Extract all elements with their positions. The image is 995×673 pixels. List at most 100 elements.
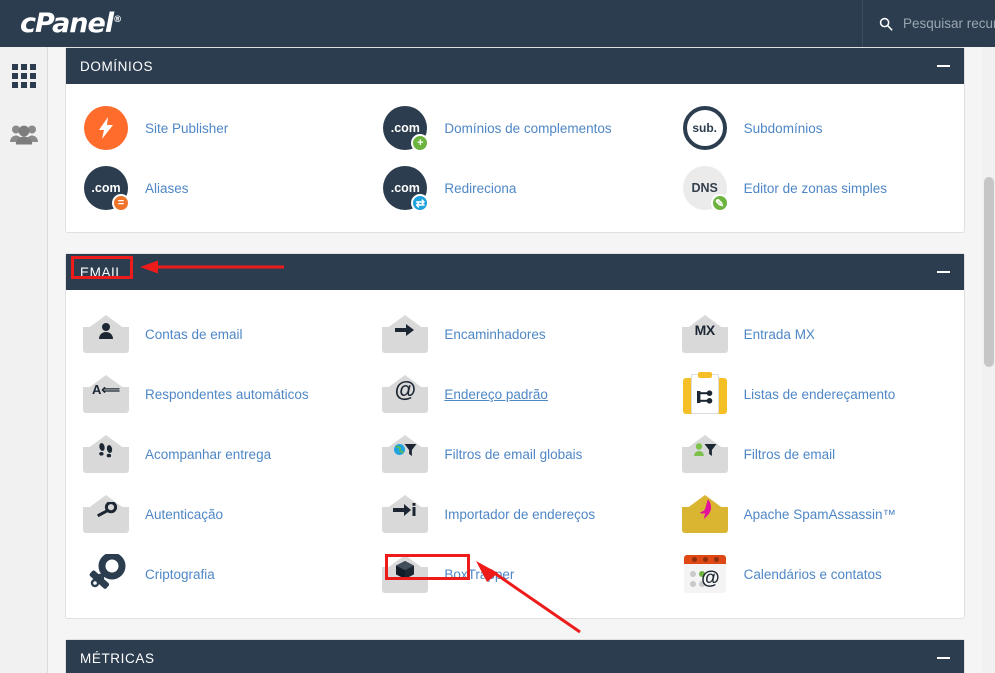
mx-entry-icon: MX	[681, 315, 728, 353]
app-item-site-publisher[interactable]: Site Publisher	[66, 98, 365, 158]
simple-zone-editor-icon: DNS ✎	[682, 166, 729, 212]
icon-slot	[82, 310, 130, 358]
icon-slot: @	[681, 550, 729, 598]
app-label: Calendários e contatos	[743, 566, 882, 582]
icon-slot	[681, 370, 729, 418]
app-item-redirects[interactable]: .com ⇄ Redireciona	[365, 158, 664, 218]
icon-slot: .com =	[82, 164, 130, 212]
branch-glyph	[691, 382, 719, 412]
app-label: Endereço padrão	[444, 386, 548, 402]
app-label: Subdomínios	[743, 120, 823, 136]
icon-slot	[82, 550, 130, 598]
top-header-bar: cPanel®	[0, 0, 995, 47]
dot-com-text: .com	[390, 181, 420, 195]
app-item-default-address[interactable]: @ Endereço padrão	[365, 364, 664, 424]
left-sidebar	[0, 47, 48, 673]
section-title-email: EMAIL	[80, 264, 124, 280]
icon-slot	[681, 490, 729, 538]
address-importer-icon	[382, 495, 429, 533]
app-label: Respondentes automáticos	[145, 386, 309, 402]
collapse-toggle-metricas[interactable]	[937, 657, 950, 659]
plus-badge-icon: +	[411, 134, 430, 152]
icon-slot: @	[381, 370, 429, 418]
cpanel-logo-registered-mark: ®	[113, 15, 122, 25]
at-glyph: @	[701, 568, 720, 589]
app-item-mx-entry[interactable]: MX Entrada MX	[665, 304, 964, 364]
right-arrow-glyph	[382, 317, 428, 343]
section-header-email[interactable]: EMAIL	[66, 254, 964, 290]
app-label: Contas de email	[145, 326, 243, 342]
forwarders-icon	[382, 315, 429, 353]
icon-slot	[381, 550, 429, 598]
app-item-track-delivery[interactable]: Acompanhar entrega	[66, 424, 365, 484]
section-header-metricas[interactable]: MÉTRICAS	[66, 640, 964, 673]
app-item-subdomains[interactable]: sub. Subdomínios	[665, 98, 964, 158]
import-arrow-glyph	[382, 497, 428, 523]
app-label: Entrada MX	[743, 326, 815, 342]
app-item-address-importer[interactable]: Importador de endereços	[365, 484, 664, 544]
app-item-mailing-lists[interactable]: Listas de endereçamento	[665, 364, 964, 424]
app-label: Site Publisher	[145, 120, 229, 136]
cpanel-logo[interactable]: cPanel®	[20, 8, 122, 39]
email-filters-icon	[681, 435, 728, 473]
search-input[interactable]	[903, 16, 995, 31]
app-label: Aliases	[145, 180, 189, 196]
scrollbar-thumb[interactable]	[984, 177, 994, 367]
global-search[interactable]	[862, 0, 995, 47]
app-item-simple-zone-editor[interactable]: DNS ✎ Editor de zonas simples	[665, 158, 964, 218]
global-email-filters-icon	[382, 435, 429, 473]
feather-glyph	[682, 497, 728, 523]
autoresponders-icon: A⟸	[83, 375, 129, 413]
icon-slot	[381, 310, 429, 358]
icon-slot: A⟸	[82, 370, 130, 418]
icon-slot	[381, 430, 429, 478]
calendars-contacts-icon: @	[683, 555, 726, 593]
icon-slot: MX	[681, 310, 729, 358]
section-body-email: Contas de email Encaminhadores MX Entrad…	[66, 290, 964, 618]
app-item-spamassassin[interactable]: Apache SpamAssassin™	[665, 484, 964, 544]
collapse-toggle-dominios[interactable]	[937, 65, 950, 67]
spamassassin-icon	[681, 495, 728, 533]
footprints-glyph	[83, 437, 129, 463]
app-item-aliases[interactable]: .com = Aliases	[66, 158, 365, 218]
app-item-global-email-filters[interactable]: Filtros de email globais	[365, 424, 664, 484]
app-label: Domínios de complementos	[444, 120, 612, 136]
icon-slot	[82, 490, 130, 538]
icon-slot	[381, 490, 429, 538]
app-item-calendars-contacts[interactable]: @ Calendários e contatos	[665, 544, 964, 604]
vertical-scrollbar[interactable]	[982, 47, 995, 673]
authentication-icon	[83, 495, 129, 533]
app-item-forwarders[interactable]: Encaminhadores	[365, 304, 664, 364]
redirect-arrow-badge-icon: ⇄	[411, 194, 430, 212]
main-content-area: DOMÍNIOS Site Publisher .com + Domínios …	[48, 47, 995, 673]
icon-slot	[82, 104, 130, 152]
grid-icon	[12, 64, 36, 88]
icon-slot: sub.	[681, 104, 729, 152]
app-item-email-accounts[interactable]: Contas de email	[66, 304, 365, 364]
app-label: Apache SpamAssassin™	[743, 506, 896, 522]
app-item-boxtrapper[interactable]: BoxTrapper	[365, 544, 664, 604]
reply-a-glyph: A⟸	[91, 382, 121, 397]
sidebar-item-user-manager[interactable]	[0, 105, 48, 163]
sidebar-item-apps-grid[interactable]	[0, 47, 48, 105]
people-icon	[10, 125, 38, 145]
app-item-authentication[interactable]: Autenticação	[66, 484, 365, 544]
app-item-autoresponders[interactable]: A⟸ Respondentes automáticos	[66, 364, 365, 424]
collapse-toggle-email[interactable]	[937, 271, 950, 273]
site-publisher-icon	[84, 106, 128, 150]
app-label: Editor de zonas simples	[743, 180, 887, 196]
app-item-addon-domains[interactable]: .com + Domínios de complementos	[365, 98, 664, 158]
app-label: Criptografia	[145, 566, 215, 582]
icon-slot: .com +	[381, 104, 430, 152]
section-title-metricas: MÉTRICAS	[80, 650, 155, 666]
app-item-email-filters[interactable]: Filtros de email	[665, 424, 964, 484]
app-item-encryption[interactable]: Criptografia	[66, 544, 365, 604]
mx-glyph: MX	[694, 322, 716, 338]
icon-slot	[681, 430, 729, 478]
globe-funnel-glyph	[382, 437, 428, 463]
app-label: Autenticação	[145, 506, 224, 522]
boxtrapper-icon	[382, 555, 429, 593]
section-header-dominios[interactable]: DOMÍNIOS	[66, 48, 964, 84]
app-label: Encaminhadores	[444, 326, 546, 342]
section-body-dominios: Site Publisher .com + Domínios de comple…	[66, 84, 964, 232]
